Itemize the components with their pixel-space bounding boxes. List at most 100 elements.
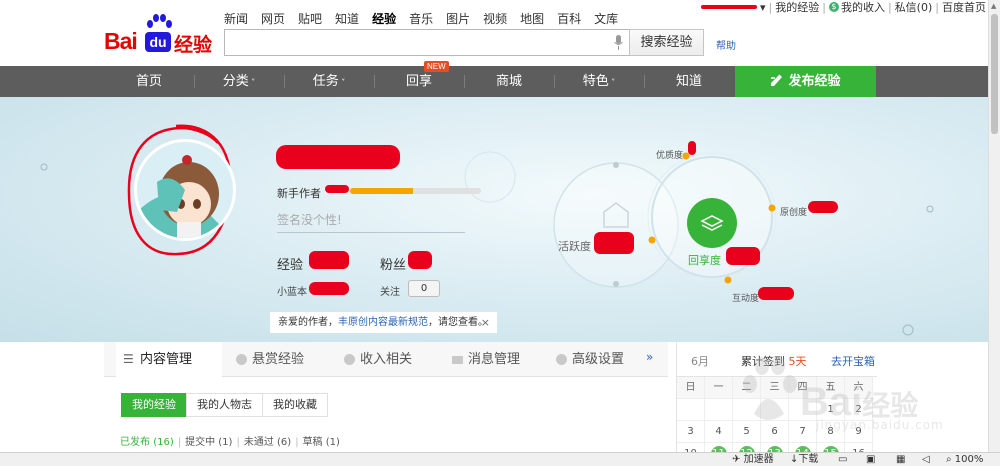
site-nav-news[interactable]: 新闻 [224, 10, 248, 27]
filter-draft[interactable]: 草稿 (1) [303, 437, 340, 448]
site-nav-web[interactable]: 网页 [261, 10, 285, 27]
calendar-day[interactable]: 4 [705, 421, 733, 443]
close-icon[interactable]: × [481, 312, 490, 333]
search-button[interactable]: 搜索经验 [629, 29, 704, 56]
activity-label: 活跃度 [558, 240, 591, 253]
subtab-my-experience[interactable]: 我的经验 [121, 393, 187, 417]
baidu-jingyan-profile-page: ▾ | 我的经验 | $ 我的收入 | 私信(0) | 百度首页 Bai du … [0, 0, 1000, 466]
subtab-my-biography[interactable]: 我的人物志 [186, 393, 263, 417]
redacted-username [701, 5, 757, 9]
list-icon: ☰ [123, 352, 134, 366]
chevron-down-icon: ˅ [608, 78, 616, 87]
redacted-huixiang-value [726, 247, 760, 265]
site-nav-images[interactable]: 图片 [446, 10, 470, 27]
tab-income[interactable]: 收入相关 [336, 342, 442, 377]
filter-rejected[interactable]: 未通过 (6) [244, 437, 291, 448]
site-nav-zhidao[interactable]: 知道 [335, 10, 359, 27]
author-radar: 优质度 原创度 活跃度 回享度 互动度 [540, 137, 840, 337]
signature-field[interactable]: 签名没个性! [277, 211, 465, 233]
vertical-scrollbar[interactable]: ▲ [988, 0, 1000, 452]
content-tabs: ☰ 内容管理 悬赏经验 收入相关 消息管理 高级设置 [104, 342, 668, 377]
main-nav-zhidao[interactable]: 知道 [644, 66, 734, 97]
tab-messages[interactable]: 消息管理 [444, 342, 550, 377]
site-nav-baike[interactable]: 百科 [557, 10, 581, 27]
tab-settings[interactable]: 高级设置 [548, 342, 658, 377]
redacted-quality-value [688, 141, 696, 155]
site-nav-jingyan[interactable]: 经验 [372, 10, 396, 27]
huixiang-label: 回享度 [688, 254, 721, 267]
status-filters: 已发布 (16) | 提交中 (1) | 未通过 (6) | 草稿 (1) [120, 437, 340, 448]
site-nav-video[interactable]: 视频 [483, 10, 507, 27]
tools-icon[interactable]: ▦ [896, 453, 905, 466]
filter-pending[interactable]: 提交中 (1) [185, 437, 232, 448]
radar-graphic [553, 152, 777, 288]
redacted-level-value [325, 185, 349, 193]
rocket-icon: ✈ [732, 454, 741, 465]
screenshot-icon[interactable]: ▭ [838, 453, 847, 466]
notice-link[interactable]: 丰原创内容最新规范 [338, 317, 428, 328]
site-nav-wenku[interactable]: 文库 [594, 10, 618, 27]
baidu-home-link[interactable]: 百度首页 [942, 0, 986, 15]
site-nav-tieba[interactable]: 贴吧 [298, 10, 322, 27]
my-income-link[interactable]: 我的收入 [841, 0, 885, 15]
coin-icon: $ [828, 2, 839, 12]
main-nav-mall[interactable]: 商城 [464, 66, 554, 97]
publish-button[interactable]: 发布经验 [735, 66, 876, 97]
new-badge: NEW [424, 61, 449, 72]
author-notice: 亲爱的作者，丰原创内容最新规范，请您查看。 × [270, 312, 497, 333]
site-nav: 新闻 网页 贴吧 知道 经验 音乐 图片 视频 地图 百科 文库 [224, 10, 631, 27]
filter-published[interactable]: 已发布 (16) [120, 437, 174, 448]
browser-status-bar: ✈ 加速器 ↓下载 ▭ ▣ ▦ ◁ ⌕ 100% [0, 452, 1000, 466]
gear-icon [556, 354, 567, 365]
main-nav-huixiang[interactable]: 回享 [374, 66, 464, 97]
redacted-activity-value [594, 232, 634, 254]
site-nav-music[interactable]: 音乐 [409, 10, 433, 27]
yen-icon [344, 354, 355, 365]
follow-count[interactable]: 0 [408, 280, 440, 297]
redacted-fans-count [408, 251, 432, 269]
site-nav-map[interactable]: 地图 [520, 10, 544, 27]
chevron-down-icon[interactable]: ▾ [760, 1, 766, 14]
scroll-up-icon[interactable]: ▲ [991, 2, 996, 10]
volume-icon[interactable]: ◁ [922, 453, 930, 466]
help-link[interactable]: 帮助 [716, 37, 736, 52]
avatar[interactable] [134, 139, 236, 241]
calendar-day[interactable] [677, 399, 705, 421]
scrollbar-thumb[interactable] [991, 14, 998, 134]
calendar-day[interactable] [705, 399, 733, 421]
redacted-username [276, 145, 400, 169]
messages-link[interactable]: 私信(0) [895, 0, 933, 15]
fans-label: 粉丝 [380, 258, 407, 273]
redacted-exp-count [309, 251, 349, 269]
chevron-down-icon: ˅ [338, 78, 346, 87]
subtab-my-favorites[interactable]: 我的收藏 [262, 393, 328, 417]
tab-content-management[interactable]: ☰ 内容管理 [116, 342, 222, 377]
calendar-month: 6月 [691, 355, 709, 368]
image-icon[interactable]: ▣ [866, 453, 875, 466]
level-progress-bar [350, 188, 481, 194]
main-nav: 首页 分类 ˅ 任务 ˅ 回享 NEW 商城 特色 ˅ 知道 发布经验 [0, 61, 988, 97]
main-nav-tasks[interactable]: 任务 ˅ [284, 66, 374, 97]
accelerator-button[interactable]: ✈ 加速器 [732, 453, 774, 466]
calendar-day[interactable]: 3 [677, 421, 705, 443]
main-nav-features[interactable]: 特色 ˅ [554, 66, 644, 97]
microphone-icon[interactable] [614, 35, 623, 50]
interaction-label: 互动度 [732, 294, 760, 304]
main-nav-home[interactable]: 首页 [104, 66, 194, 97]
subtabs: 我的经验 我的人物志 我的收藏 [121, 393, 328, 417]
baidu-jingyan-logo[interactable]: Bai du 经验 [104, 14, 216, 56]
search-box [224, 29, 629, 56]
watermark: Bai经验 jingyan.baidu.com [738, 350, 958, 440]
originality-label: 原创度 [780, 208, 808, 218]
xiaolanben-label: 小蓝本 [277, 287, 307, 298]
main-nav-category[interactable]: 分类 ˅ [194, 66, 284, 97]
tab-bounty[interactable]: 悬赏经验 [228, 342, 334, 377]
bounty-icon [236, 354, 247, 365]
calendar-weekday: 一 [705, 377, 733, 399]
zoom-control[interactable]: ⌕ 100% [946, 453, 983, 466]
search-input[interactable] [225, 30, 605, 55]
download-button[interactable]: ↓下载 [790, 453, 818, 466]
level-progress-fill [350, 188, 413, 194]
my-experience-link[interactable]: 我的经验 [775, 0, 819, 15]
more-tabs-icon[interactable]: » [646, 350, 653, 364]
